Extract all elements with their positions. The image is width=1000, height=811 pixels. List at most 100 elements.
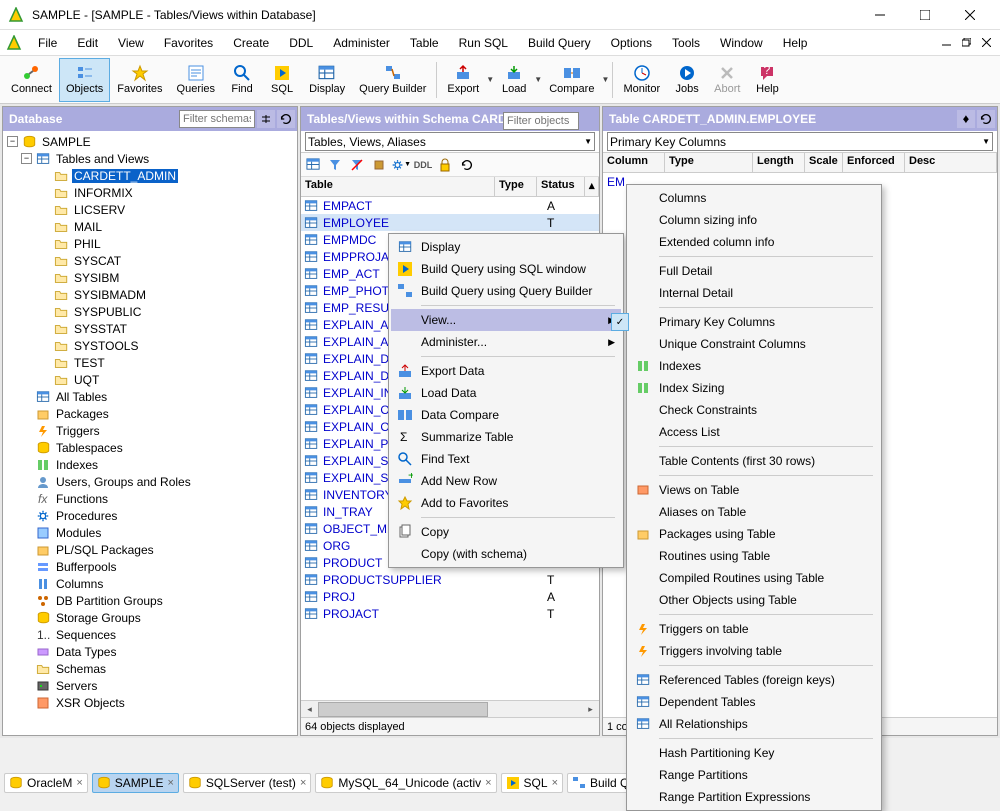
ctx-administer-[interactable]: Administer...▶ [391, 331, 621, 353]
connection-tab-sqlserver-test-[interactable]: SQLServer (test)× [183, 773, 311, 793]
tree-node[interactable]: Columns [3, 575, 297, 592]
ctx-referenced-tables-foreign-keys-[interactable]: Referenced Tables (foreign keys) [629, 669, 879, 691]
tree-node[interactable]: −SAMPLE [3, 133, 297, 150]
detail-view-combo[interactable]: Primary Key Columns▼ [607, 132, 993, 151]
tree-node[interactable]: TEST [3, 354, 297, 371]
ctx-full-detail[interactable]: Full Detail [629, 260, 879, 282]
menu-create[interactable]: Create [223, 33, 279, 53]
object-type-combo[interactable]: Tables, Views, Aliases▼ [305, 132, 595, 151]
tree-node[interactable]: SYSCAT [3, 252, 297, 269]
tree-node[interactable]: LICSERV [3, 201, 297, 218]
menu-help[interactable]: Help [773, 33, 818, 53]
ctx-hash-partitioning-key[interactable]: Hash Partitioning Key [629, 742, 879, 764]
tree-node[interactable]: SYSSTAT [3, 320, 297, 337]
toolbar-objects-button[interactable]: Objects [59, 58, 110, 102]
toolbar-connect-button[interactable]: Connect [4, 58, 59, 102]
tree-node[interactable]: −Tables and Views [3, 150, 297, 167]
ctx-view-[interactable]: View...▶ [391, 309, 621, 331]
tree-node[interactable]: SYSPUBLIC [3, 303, 297, 320]
tree-node[interactable]: Modules [3, 524, 297, 541]
menu-table[interactable]: Table [400, 33, 449, 53]
col-type[interactable]: Type [495, 177, 537, 196]
ctx-all-relationships[interactable]: All Relationships [629, 713, 879, 735]
close-tab-icon[interactable]: × [167, 777, 173, 789]
toolbar-load-button[interactable]: Load [494, 58, 534, 102]
tree-node[interactable]: SYSTOOLS [3, 337, 297, 354]
close-tab-icon[interactable]: × [485, 777, 491, 789]
tree-node[interactable]: UQT [3, 371, 297, 388]
ctx-build-query-using-query-builder[interactable]: Build Query using Query Builder [391, 280, 621, 302]
remove-filter-icon[interactable] [347, 155, 367, 175]
ctx-extended-column-info[interactable]: Extended column info [629, 231, 879, 253]
tree-node[interactable]: Users, Groups and Roles [3, 473, 297, 490]
tree-node[interactable]: MAIL [3, 218, 297, 235]
menu-run-sql[interactable]: Run SQL [449, 33, 518, 53]
toolbar-display-button[interactable]: Display [302, 58, 352, 102]
table-row[interactable]: EMPLOYEET [301, 214, 599, 231]
view-submenu[interactable]: ColumnsColumn sizing infoExtended column… [626, 184, 882, 811]
mdi-minimize-button[interactable] [936, 34, 956, 52]
toolbar-query-builder-button[interactable]: Query Builder [352, 58, 433, 102]
menu-tools[interactable]: Tools [662, 33, 710, 53]
ctx-columns[interactable]: Columns [629, 187, 879, 209]
tree-node[interactable]: Storage Groups [3, 609, 297, 626]
ctx-primary-key-columns[interactable]: ✓Primary Key Columns [629, 311, 879, 333]
ctx-access-list[interactable]: Access List [629, 421, 879, 443]
ctx-packages-using-table[interactable]: Packages using Table [629, 523, 879, 545]
ctx-aliases-on-table[interactable]: Aliases on Table [629, 501, 879, 523]
toolbar-compare-button[interactable]: Compare [542, 58, 601, 102]
table-row[interactable]: EMPACTA [301, 197, 599, 214]
menu-edit[interactable]: Edit [67, 33, 108, 53]
mdi-restore-button[interactable] [956, 34, 976, 52]
toolbar-load-dropdown[interactable]: ▼ [534, 75, 542, 84]
mdi-close-button[interactable] [976, 34, 996, 52]
ctx-indexes[interactable]: Indexes [629, 355, 879, 377]
tool-icon[interactable] [369, 155, 389, 175]
toolbar-jobs-button[interactable]: Jobs [667, 58, 707, 102]
ctx-internal-detail[interactable]: Internal Detail [629, 282, 879, 304]
tree-node[interactable]: Indexes [3, 456, 297, 473]
tree-node[interactable]: SYSIBMADM [3, 286, 297, 303]
ctx-load-data[interactable]: Load Data [391, 382, 621, 404]
refresh-database-button[interactable] [277, 110, 295, 128]
close-tab-icon[interactable]: × [552, 777, 558, 789]
ctx-range-partitions[interactable]: Range Partitions [629, 764, 879, 786]
ddl-icon[interactable]: DDL [413, 155, 433, 175]
ctx-copy-with-schema-[interactable]: Copy (with schema) [391, 543, 621, 565]
tree-node[interactable]: PHIL [3, 235, 297, 252]
close-button[interactable] [947, 0, 992, 29]
tree-node[interactable]: 1..Sequences [3, 626, 297, 643]
toolbar-queries-button[interactable]: Queries [170, 58, 223, 102]
ctx-table-contents-first-30-rows-[interactable]: Table Contents (first 30 rows) [629, 450, 879, 472]
ctx-routines-using-table[interactable]: Routines using Table [629, 545, 879, 567]
ctx-triggers-on-table[interactable]: Triggers on table [629, 618, 879, 640]
connection-tab-mysql-64-unicode-activ[interactable]: MySQL_64_Unicode (activ× [315, 773, 496, 793]
tree-node[interactable]: Schemas [3, 660, 297, 677]
tree-node[interactable]: DB Partition Groups [3, 592, 297, 609]
tree-node[interactable]: Procedures [3, 507, 297, 524]
ctx-compiled-routines-using-table[interactable]: Compiled Routines using Table [629, 567, 879, 589]
ctx-range-partition-expressions[interactable]: Range Partition Expressions [629, 786, 879, 808]
ctx-build-query-using-sql-window[interactable]: Build Query using SQL window [391, 258, 621, 280]
ctx-find-text[interactable]: Find Text [391, 448, 621, 470]
menu-administer[interactable]: Administer [323, 33, 400, 53]
connection-tab-sample[interactable]: SAMPLE× [92, 773, 179, 793]
menu-build-query[interactable]: Build Query [518, 33, 601, 53]
tree-node[interactable]: XSR Objects [3, 694, 297, 711]
tree-node[interactable]: SYSIBM [3, 269, 297, 286]
object-filter-input[interactable] [503, 112, 579, 130]
menu-ddl[interactable]: DDL [279, 33, 323, 53]
toolbar-export-dropdown[interactable]: ▼ [486, 75, 494, 84]
ctx-triggers-involving-table[interactable]: Triggers involving table [629, 640, 879, 662]
ctx-data-compare[interactable]: Data Compare [391, 404, 621, 426]
ctx-views-on-table[interactable]: Views on Table [629, 479, 879, 501]
ctx-copy[interactable]: Copy [391, 521, 621, 543]
table-row[interactable]: PRODUCTSUPPLIERT [301, 571, 599, 588]
close-tab-icon[interactable]: × [76, 777, 82, 789]
table-row[interactable]: PROJACTT [301, 605, 599, 622]
tables-h-scrollbar[interactable]: ◂▸ [301, 700, 599, 717]
refresh-tables-button[interactable] [457, 155, 477, 175]
scroll-up-icon[interactable]: ▴ [585, 177, 599, 196]
tree-node[interactable]: PL/SQL Packages [3, 541, 297, 558]
ctx-check-constraints[interactable]: Check Constraints [629, 399, 879, 421]
